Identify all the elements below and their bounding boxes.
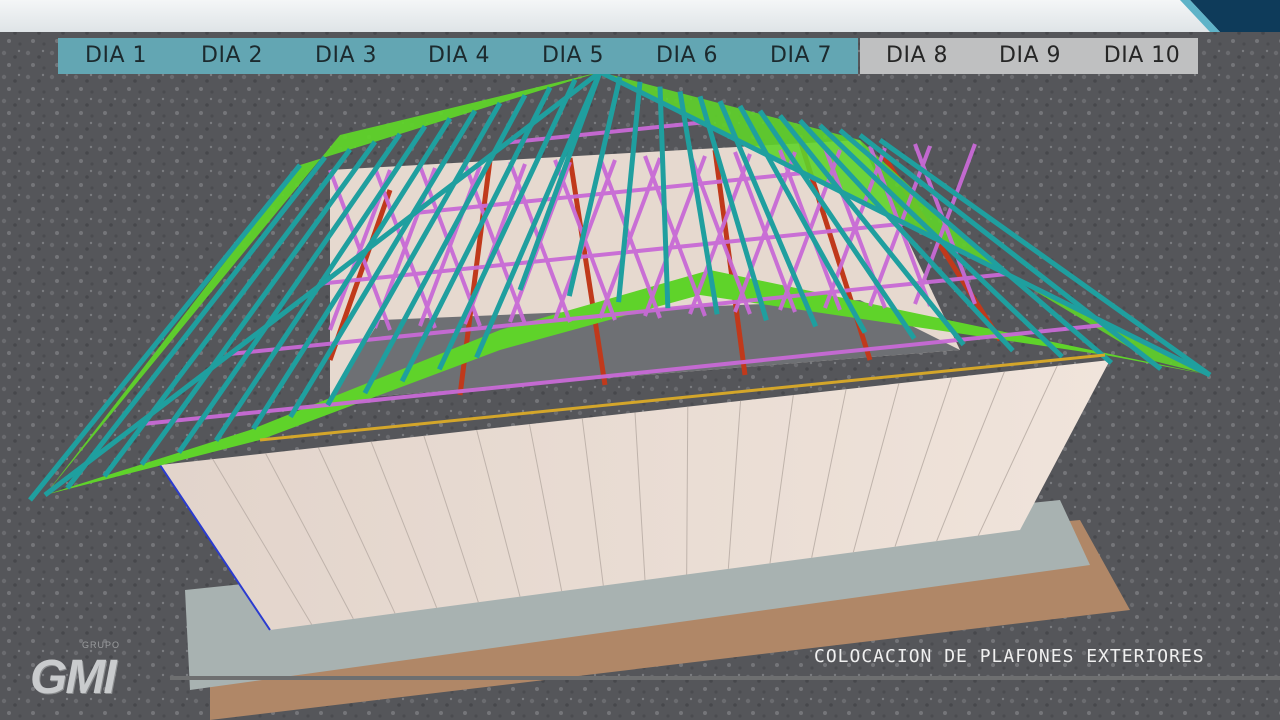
corner-accent-icon [1180,0,1280,32]
building-3d-render [0,0,1280,720]
tab-dia-9[interactable]: DIA 9 [974,38,1086,74]
logo-tagline: GRUPO [82,640,121,650]
day-tabs: DIA 1 DIA 2 DIA 3 DIA 4 DIA 5 DIA 6 DIA 7 DIA 8… [58,38,1198,74]
gmi-logo: GMI [30,651,117,704]
tab-dia-8[interactable]: DIA 8 [860,38,974,74]
tab-dia-6[interactable]: DIA 6 [630,38,744,74]
tab-dia-10[interactable]: DIA 10 [1086,38,1198,74]
tab-dia-2[interactable]: DIA 2 [174,38,290,74]
tab-dia-1[interactable]: DIA 1 [58,38,174,74]
top-bar [0,0,1280,32]
step-caption: COLOCACION DE PLAFONES EXTERIORES [814,646,1205,667]
tab-dia-5[interactable]: DIA 5 [516,38,630,74]
caption-underline [170,676,1280,680]
tab-dia-4[interactable]: DIA 4 [402,38,516,74]
tab-dia-7[interactable]: DIA 7 [744,38,858,74]
tab-dia-3[interactable]: DIA 3 [290,38,402,74]
